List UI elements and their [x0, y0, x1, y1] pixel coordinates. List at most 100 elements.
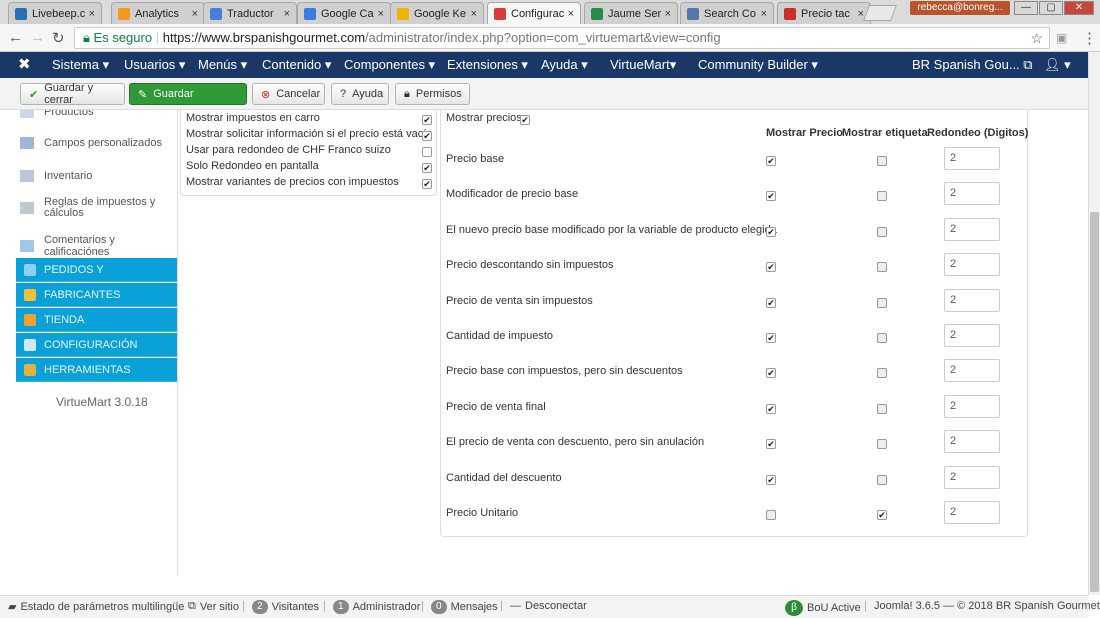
- sidebar-section[interactable]: FABRICANTES: [16, 283, 177, 307]
- show-price-checkbox[interactable]: ✔: [766, 368, 776, 379]
- top-menu-item[interactable]: Usuarios ▾: [124, 57, 185, 73]
- joomla-logo-icon[interactable]: ✖: [18, 55, 31, 73]
- tab-close-icon[interactable]: ×: [568, 8, 574, 20]
- rounding-input[interactable]: 2: [944, 182, 1000, 206]
- top-menu-item[interactable]: Menús ▾: [198, 57, 247, 73]
- setting-checkbox[interactable]: ✔: [422, 115, 432, 125]
- rounding-input[interactable]: 2: [944, 359, 1000, 383]
- tab-close-icon[interactable]: ×: [471, 8, 477, 20]
- show-label-checkbox[interactable]: [877, 297, 887, 308]
- browser-tab[interactable]: Configurac ×: [487, 2, 581, 24]
- multilang-status-link[interactable]: ▰ Estado de parámetros multilingüe: [8, 600, 184, 614]
- permissions-button[interactable]: 🔒︎ Permisos: [395, 83, 470, 105]
- sidebar-item-productos[interactable]: Productos: [20, 110, 94, 118]
- reload-icon[interactable]: ↻: [52, 29, 65, 47]
- rounding-input[interactable]: 2: [944, 394, 1000, 418]
- show-price-checkbox[interactable]: ✔: [766, 156, 776, 166]
- cancel-button[interactable]: ⊗ Cancelar: [252, 83, 325, 105]
- show-label-checkbox[interactable]: [877, 156, 887, 166]
- tab-close-icon[interactable]: ×: [192, 8, 198, 20]
- show-price-checkbox[interactable]: ✔: [766, 191, 776, 202]
- setting-checkbox[interactable]: ✔: [422, 131, 432, 141]
- browser-user-badge[interactable]: rebecca@bonreg...: [910, 1, 1010, 15]
- sidebar-section[interactable]: CONFIGURACIÓN: [16, 333, 177, 357]
- back-icon[interactable]: ←: [8, 29, 23, 46]
- sidebar-item[interactable]: Comentarios y calificaciónes: [20, 234, 177, 258]
- new-tab-button[interactable]: [863, 5, 897, 21]
- top-menu-item[interactable]: Sistema ▾: [52, 57, 109, 73]
- show-label-checkbox[interactable]: [877, 439, 887, 450]
- show-label-checkbox[interactable]: [877, 226, 887, 237]
- browser-tab[interactable]: Livebeep.c ×: [8, 2, 102, 24]
- top-menu-item[interactable]: Contenido ▾: [262, 57, 331, 73]
- save-button[interactable]: ✎ Guardar: [129, 83, 247, 105]
- page-scrollbar[interactable]: [1088, 52, 1100, 595]
- top-menu-item[interactable]: VirtueMart▾: [610, 57, 676, 73]
- browser-tab[interactable]: Google Ke ×: [390, 2, 484, 24]
- help-button[interactable]: ? Ayuda: [331, 83, 389, 105]
- tab-close-icon[interactable]: ×: [665, 8, 671, 20]
- tab-close-icon[interactable]: ×: [378, 8, 384, 20]
- rounding-input[interactable]: 2: [944, 253, 1000, 277]
- rounding-input[interactable]: 2: [944, 288, 1000, 312]
- show-label-checkbox[interactable]: [877, 368, 887, 379]
- show-label-checkbox[interactable]: [877, 474, 887, 485]
- show-label-checkbox[interactable]: [877, 262, 887, 273]
- setting-checkbox[interactable]: [422, 147, 432, 157]
- setting-checkbox[interactable]: ✔: [422, 163, 432, 173]
- setting-checkbox[interactable]: ✔: [422, 179, 432, 189]
- rounding-input[interactable]: 2: [944, 430, 1000, 454]
- show-prices-checkbox[interactable]: ✔: [520, 115, 530, 125]
- visitors-indicator[interactable]: 2 Visitantes: [252, 600, 319, 614]
- sidebar-item[interactable]: Campos personalizados: [20, 137, 162, 149]
- view-site-link[interactable]: ⧉ Ver sitio: [188, 600, 239, 613]
- rounding-input[interactable]: 2: [944, 324, 1000, 347]
- site-name-link[interactable]: BR Spanish Gou... ⧉: [912, 57, 1033, 73]
- tab-close-icon[interactable]: ×: [284, 8, 290, 20]
- messages-indicator[interactable]: 0 Mensajes: [431, 600, 498, 614]
- show-label-checkbox[interactable]: [877, 403, 887, 414]
- sidebar-section[interactable]: TIENDA: [16, 308, 177, 332]
- show-price-checkbox[interactable]: ✔: [766, 333, 776, 343]
- rounding-input[interactable]: 2: [944, 465, 1000, 489]
- close-window-icon[interactable]: ✕: [1064, 1, 1094, 15]
- minimize-icon[interactable]: —: [1014, 1, 1038, 15]
- pdf-extension-icon[interactable]: ▣: [1056, 31, 1067, 45]
- user-menu-icon[interactable]: 👤︎ ▾: [1044, 57, 1071, 73]
- admins-indicator[interactable]: 1 Administrador: [333, 600, 420, 614]
- browser-tab[interactable]: Traductor ×: [203, 2, 297, 24]
- browser-menu-icon[interactable]: ⋮: [1082, 29, 1097, 47]
- rounding-input[interactable]: 2: [944, 147, 1000, 170]
- show-price-checkbox[interactable]: ✔: [766, 262, 776, 273]
- browser-tab[interactable]: Analytics ×: [111, 2, 205, 24]
- top-menu-item[interactable]: Community Builder ▾: [698, 57, 818, 73]
- forward-icon[interactable]: →: [30, 29, 45, 46]
- top-menu-item[interactable]: Componentes ▾: [344, 57, 435, 73]
- url-input[interactable]: 🔒︎ Es seguro | https://www.brspanishgour…: [74, 27, 1050, 49]
- tab-close-icon[interactable]: ×: [89, 8, 95, 20]
- sidebar-item[interactable]: Reglas de impuestos y cálculos: [20, 197, 155, 219]
- bou-status[interactable]: β BoU Active: [785, 600, 861, 616]
- sidebar-item[interactable]: Inventario: [20, 170, 92, 182]
- show-price-checkbox[interactable]: ✔: [766, 474, 776, 485]
- show-price-checkbox[interactable]: ✔: [766, 403, 776, 414]
- show-price-checkbox[interactable]: ✔: [766, 297, 776, 308]
- show-label-checkbox[interactable]: [877, 333, 887, 343]
- tab-close-icon[interactable]: ×: [761, 8, 767, 20]
- browser-tab[interactable]: Precio tac ×: [777, 2, 871, 24]
- top-menu-item[interactable]: Extensiones ▾: [447, 57, 528, 73]
- show-price-checkbox[interactable]: ✔: [766, 226, 776, 237]
- bookmark-star-icon[interactable]: ☆: [1030, 28, 1043, 48]
- rounding-input[interactable]: 2: [944, 217, 1000, 241]
- show-price-checkbox[interactable]: ✔: [766, 439, 776, 450]
- top-menu-item[interactable]: Ayuda ▾: [541, 57, 588, 73]
- rounding-input[interactable]: 2: [944, 501, 1000, 524]
- browser-tab[interactable]: Jaume Ser ×: [584, 2, 678, 24]
- show-label-checkbox[interactable]: ✔: [877, 510, 887, 520]
- show-label-checkbox[interactable]: [877, 191, 887, 202]
- sidebar-section[interactable]: HERRAMIENTAS: [16, 358, 177, 382]
- logout-link[interactable]: — Desconectar: [510, 600, 587, 612]
- save-close-button[interactable]: ✔ Guardar y cerrar: [20, 82, 125, 106]
- scrollbar-thumb[interactable]: [1090, 212, 1099, 592]
- browser-tab[interactable]: Google Ca ×: [297, 2, 391, 24]
